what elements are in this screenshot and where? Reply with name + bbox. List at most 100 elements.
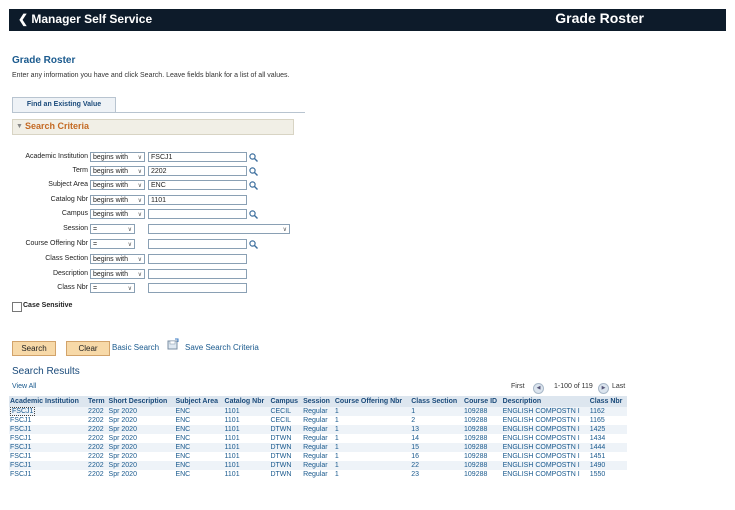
table-cell[interactable]: Regular xyxy=(302,407,334,416)
table-cell[interactable]: 1165 xyxy=(589,416,627,425)
table-cell[interactable]: 2202 xyxy=(87,461,108,470)
column-header[interactable]: Class Nbr xyxy=(588,396,627,407)
table-cell[interactable]: DTWN xyxy=(269,443,303,452)
table-cell[interactable]: 109288 xyxy=(463,416,502,425)
class-nbr-input[interactable] xyxy=(148,283,247,293)
clear-button[interactable]: Clear xyxy=(66,341,110,356)
table-cell[interactable]: ENC xyxy=(174,461,224,470)
table-cell[interactable]: DTWN xyxy=(269,452,302,461)
table-cell[interactable]: 2202 xyxy=(87,425,108,434)
table-cell[interactable]: ENGLISH COMPOSTN I xyxy=(501,425,589,434)
table-cell[interactable]: FSCJ1 xyxy=(9,461,88,470)
table-cell[interactable]: ENC xyxy=(174,434,223,443)
table-cell[interactable]: 2202 xyxy=(87,407,108,416)
table-cell[interactable]: 2202 xyxy=(87,452,108,461)
basic-search-link[interactable]: Basic Search xyxy=(112,343,159,352)
table-cell[interactable]: 1 xyxy=(334,434,410,443)
table-cell[interactable]: 1101 xyxy=(223,407,270,416)
table-row[interactable]: FSCJ1 2202 Spr 2020 ENC 1101 DTWN Regular 1 22 10… xyxy=(9,461,627,470)
table-cell[interactable]: 1 xyxy=(334,470,410,479)
table-row[interactable]: FSCJ1 2202 Spr 2020 ENC 1101 DTWN Regular 1 13 10… xyxy=(9,425,627,434)
operator-select-session[interactable]: = ∨ xyxy=(90,224,135,234)
table-cell[interactable]: 2202 xyxy=(87,470,108,479)
tab-find-existing-value[interactable]: Find an Existing Value xyxy=(12,97,116,113)
table-cell[interactable]: DTWN xyxy=(269,461,303,470)
table-cell[interactable]: DTWN xyxy=(269,425,303,434)
pager-first-label[interactable]: First xyxy=(511,383,525,390)
table-cell[interactable]: 109288 xyxy=(463,461,502,470)
column-header[interactable]: Academic Institution xyxy=(9,396,88,407)
pager-last-label[interactable]: Last xyxy=(612,383,625,390)
table-cell[interactable]: 109288 xyxy=(463,407,502,416)
table-cell[interactable]: 1434 xyxy=(589,434,627,443)
class-section-input[interactable] xyxy=(148,254,247,264)
table-cell[interactable]: 1101 xyxy=(224,416,270,425)
focused-cell-text[interactable]: FSCJ1 xyxy=(10,407,36,416)
table-row[interactable]: FSCJ1 2202 Spr 2020 ENC 1101 DTWN Regular 1 15 10… xyxy=(9,443,627,452)
table-cell[interactable]: FSCJ1 xyxy=(9,407,88,416)
campus-input[interactable] xyxy=(148,209,247,219)
lookup-magnifier-icon[interactable] xyxy=(249,167,258,176)
column-header[interactable]: Course ID xyxy=(463,396,502,407)
table-row[interactable]: FSCJ1 2202 Spr 2020 ENC 1101 DTWN Regular 1 14 10… xyxy=(9,434,627,443)
table-cell[interactable]: 23 xyxy=(410,470,463,479)
table-cell[interactable]: FSCJ1 xyxy=(9,470,87,479)
table-cell[interactable]: Spr 2020 xyxy=(108,470,175,479)
table-row[interactable]: FSCJ1 2202 Spr 2020 ENC 1101 DTWN Regular 1 16 10… xyxy=(9,452,627,461)
catalog-nbr-input[interactable]: 1101 xyxy=(148,195,247,205)
table-cell[interactable]: CECIL xyxy=(269,407,303,416)
table-cell[interactable]: Spr 2020 xyxy=(107,461,175,470)
table-cell[interactable]: ENGLISH COMPOSTN I xyxy=(502,452,589,461)
table-cell[interactable]: Regular xyxy=(302,443,334,452)
operator-select-course-offering-nbr[interactable]: = ∨ xyxy=(90,239,135,249)
table-cell[interactable]: 109288 xyxy=(463,434,502,443)
table-cell[interactable]: 109288 xyxy=(463,443,502,452)
table-cell[interactable]: 2 xyxy=(410,416,463,425)
column-header[interactable]: Short Description xyxy=(107,396,175,407)
search-button[interactable]: Search xyxy=(12,341,56,356)
table-cell[interactable]: Regular xyxy=(302,470,334,479)
lookup-magnifier-icon[interactable] xyxy=(249,240,258,249)
lookup-magnifier-icon[interactable] xyxy=(249,153,258,162)
back-link[interactable]: ❮ Manager Self Service xyxy=(18,12,152,26)
table-cell[interactable]: 1101 xyxy=(224,434,270,443)
table-cell[interactable]: 1 xyxy=(410,407,464,416)
table-cell[interactable]: FSCJ1 xyxy=(9,434,87,443)
column-header[interactable]: Session xyxy=(302,396,334,407)
table-cell[interactable]: ENC xyxy=(174,470,223,479)
save-criteria-icon[interactable] xyxy=(167,338,179,350)
operator-select-catalog-nbr[interactable]: begins with ∨ xyxy=(90,195,145,205)
column-header[interactable]: Term xyxy=(87,396,108,407)
table-cell[interactable]: 1 xyxy=(334,452,410,461)
case-sensitive-checkbox[interactable] xyxy=(12,302,22,312)
course-offering-nbr-input[interactable] xyxy=(148,239,247,249)
table-cell[interactable]: Spr 2020 xyxy=(107,443,175,452)
table-cell[interactable]: 1162 xyxy=(588,407,627,416)
table-cell[interactable]: 109288 xyxy=(463,425,502,434)
table-cell[interactable]: FSCJ1 xyxy=(9,425,88,434)
description-input[interactable] xyxy=(148,269,247,279)
table-cell[interactable]: ENGLISH COMPOSTN I xyxy=(501,443,589,452)
back-label[interactable]: Manager Self Service xyxy=(31,12,152,26)
table-cell[interactable]: Spr 2020 xyxy=(108,434,175,443)
view-all-link[interactable]: View All xyxy=(12,383,36,390)
table-cell[interactable]: FSCJ1 xyxy=(9,452,87,461)
table-cell[interactable]: 22 xyxy=(410,461,464,470)
operator-select-description[interactable]: begins with ∨ xyxy=(90,269,145,279)
table-cell[interactable]: 1425 xyxy=(588,425,627,434)
table-cell[interactable]: DTWN xyxy=(269,470,302,479)
lookup-magnifier-icon[interactable] xyxy=(249,181,258,190)
lookup-magnifier-icon[interactable] xyxy=(249,210,258,219)
table-cell[interactable]: ENC xyxy=(174,407,224,416)
operator-select-class-section[interactable]: begins with ∨ xyxy=(90,254,145,264)
table-cell[interactable]: 1 xyxy=(333,425,411,434)
save-search-criteria-link[interactable]: Save Search Criteria xyxy=(185,343,259,352)
operator-select-campus[interactable]: begins with ∨ xyxy=(90,209,145,219)
column-header[interactable]: Catalog Nbr xyxy=(223,396,270,407)
table-cell[interactable]: 1 xyxy=(333,461,411,470)
table-cell[interactable]: 1 xyxy=(333,407,411,416)
table-cell[interactable]: 109288 xyxy=(463,470,502,479)
table-cell[interactable]: ENGLISH COMPOSTN I xyxy=(502,416,589,425)
table-cell[interactable]: Spr 2020 xyxy=(108,416,175,425)
table-cell[interactable]: CECIL xyxy=(269,416,302,425)
